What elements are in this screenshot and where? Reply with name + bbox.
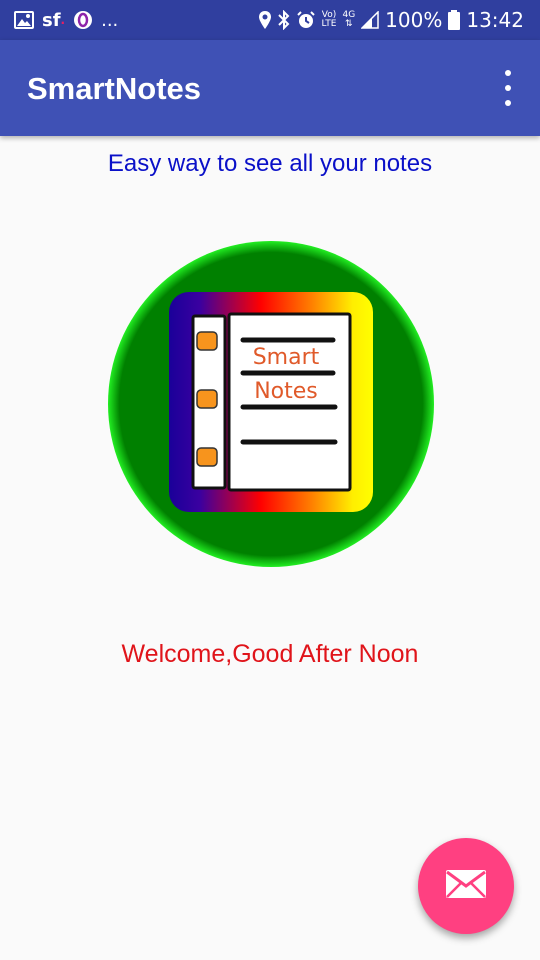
- battery-percent: 100%: [385, 8, 443, 32]
- smartnotes-logo: Smart Notes: [107, 240, 435, 568]
- sf-app-icon: sf.: [42, 9, 66, 31]
- signal-icon: [361, 11, 379, 29]
- opera-icon: [73, 10, 93, 30]
- gallery-icon: [14, 11, 34, 29]
- bluetooth-icon: [277, 10, 290, 30]
- subtitle: Easy way to see all your notes: [107, 150, 433, 177]
- app-bar: SmartNotes: [0, 40, 540, 136]
- mail-fab-button[interactable]: [418, 838, 514, 934]
- alarm-icon: [296, 10, 316, 30]
- status-left: sf. ...: [14, 8, 118, 32]
- clock: 13:42: [466, 8, 524, 32]
- logo-text-smart: Smart: [253, 345, 320, 370]
- mail-icon: [445, 869, 487, 904]
- menu-dot: [505, 70, 511, 76]
- volte-icon: Vo) LTE: [321, 10, 337, 29]
- menu-dot: [505, 100, 511, 106]
- status-bar: sf. ... Vo) LTE 4G ⇅ 100% 13:42: [0, 0, 540, 40]
- welcome-message: Welcome,Good After Noon: [121, 640, 419, 668]
- more-vert-icon[interactable]: [496, 70, 520, 106]
- more-notifications-text: ...: [101, 9, 119, 31]
- logo-text-notes: Notes: [254, 379, 318, 404]
- app-title: SmartNotes: [27, 71, 201, 106]
- menu-dot: [505, 85, 511, 91]
- battery-icon: [448, 10, 461, 30]
- status-right: Vo) LTE 4G ⇅ 100% 13:42: [258, 8, 524, 32]
- location-icon: [258, 10, 272, 30]
- network-type-icon: 4G ⇅: [342, 10, 356, 29]
